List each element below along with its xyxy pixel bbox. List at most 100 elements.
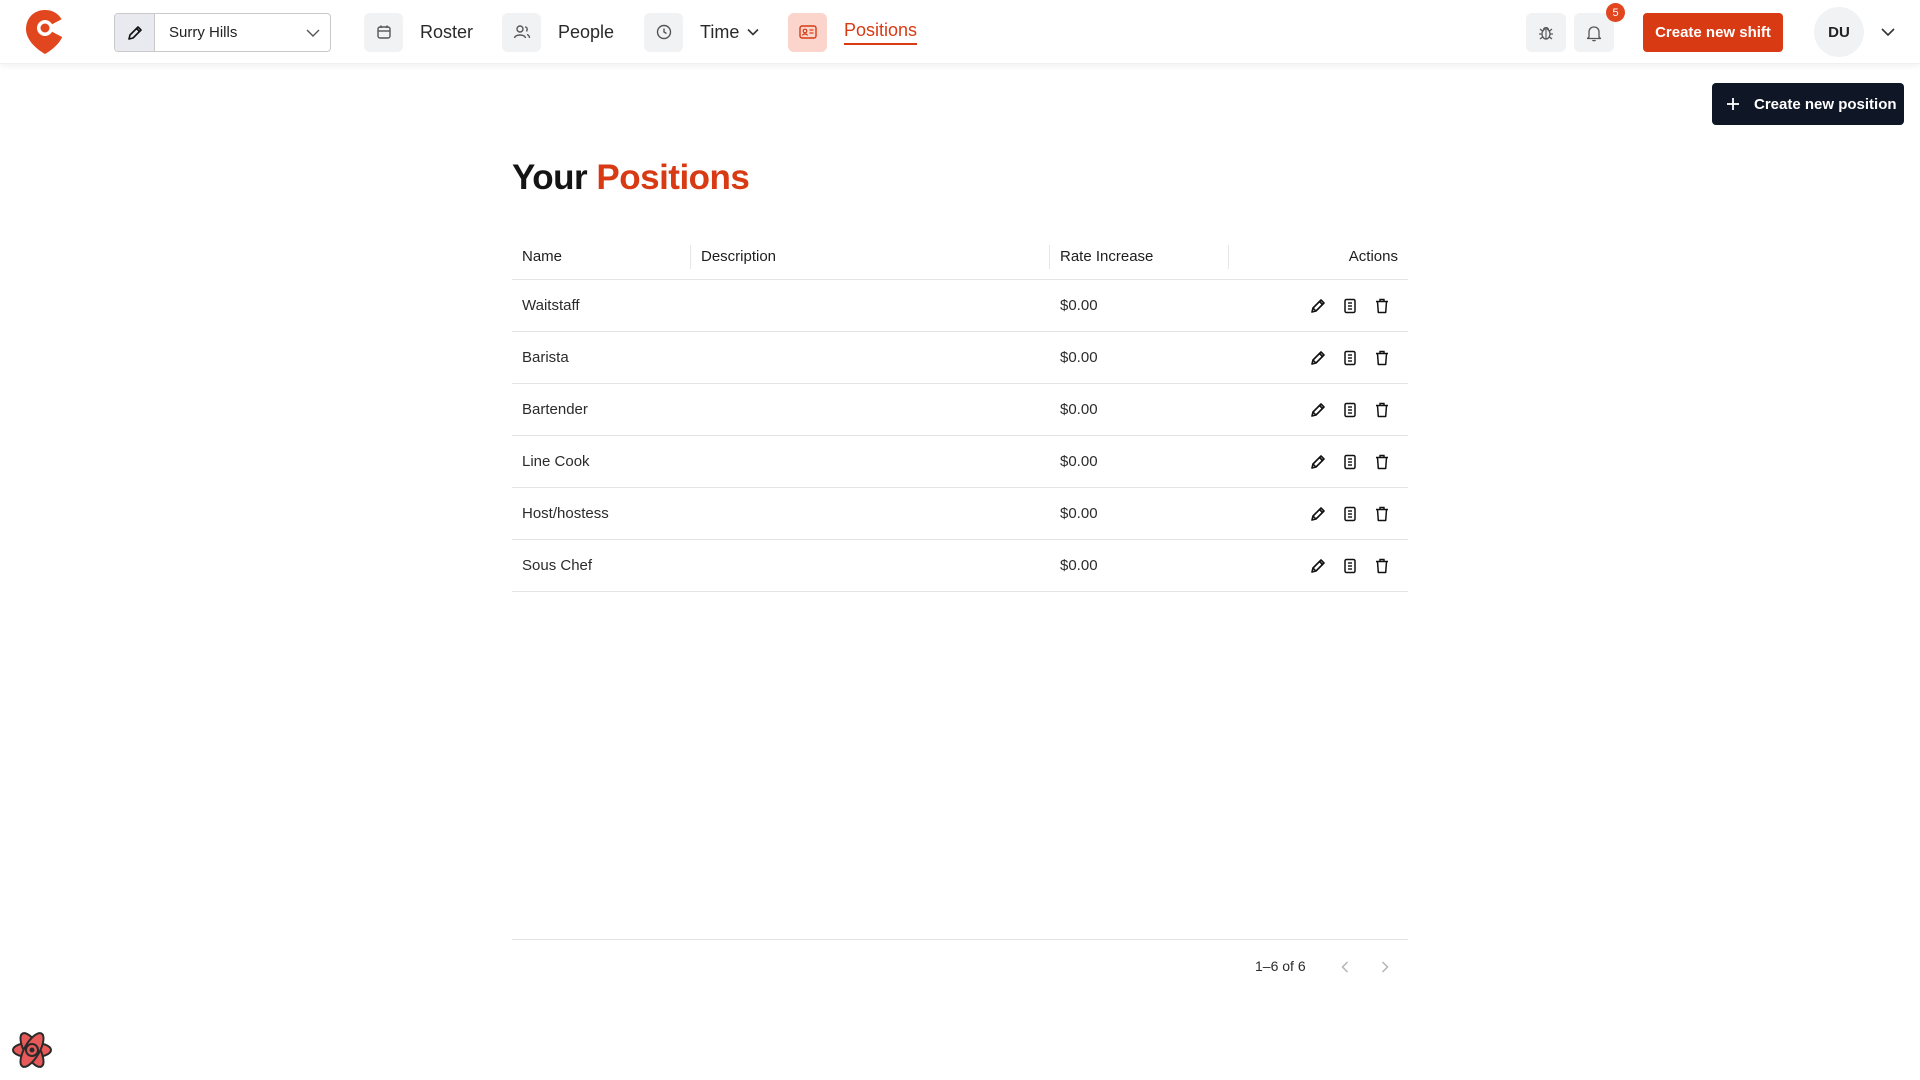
delete-position-button[interactable]	[1366, 446, 1398, 478]
nav-time[interactable]: Time	[644, 12, 759, 52]
position-name: Barista	[522, 349, 569, 366]
chevron-left-icon	[1341, 961, 1349, 973]
people-icon	[502, 12, 541, 52]
column-header-name[interactable]: Name	[512, 244, 691, 269]
view-position-details-button[interactable]	[1334, 498, 1366, 530]
pencil-icon	[1310, 558, 1326, 574]
position-rate-increase: $0.00	[1060, 505, 1098, 522]
row-actions	[1229, 498, 1408, 530]
plus-icon	[1726, 97, 1740, 111]
position-name: Host/hostess	[522, 505, 609, 522]
position-rate-increase: $0.00	[1060, 297, 1098, 314]
chevron-down-icon	[296, 29, 330, 37]
nav-people-label: People	[558, 21, 615, 42]
nav-roster-label: Roster	[420, 21, 474, 42]
next-page-button[interactable]	[1371, 953, 1399, 981]
create-new-position-label: Create new position	[1754, 95, 1897, 113]
pagination-range: 1–6 of 6	[1255, 958, 1306, 974]
page-title-accent: Positions	[596, 158, 750, 197]
trash-icon	[1375, 454, 1389, 470]
edit-position-button[interactable]	[1302, 342, 1334, 374]
nav-positions-label: Positions	[844, 20, 918, 45]
row-actions	[1229, 550, 1408, 582]
nav-roster[interactable]: Roster	[364, 12, 474, 52]
create-new-shift-button[interactable]: Create new shift	[1643, 13, 1783, 52]
avatar[interactable]: DU	[1814, 7, 1864, 57]
location-select[interactable]: Surry Hills	[114, 13, 331, 52]
table-row[interactable]: Line Cook $0.00	[512, 436, 1408, 488]
table-row[interactable]: Waitstaff $0.00	[512, 280, 1408, 332]
view-position-details-button[interactable]	[1334, 550, 1366, 582]
row-actions	[1229, 446, 1408, 478]
position-name: Waitstaff	[522, 297, 580, 314]
document-icon	[1343, 558, 1357, 574]
top-bar: Surry Hills Roster People Time Positions	[0, 0, 1920, 64]
table-header: Name Description Rate Increase Actions	[512, 234, 1408, 280]
table-row[interactable]: Host/hostess $0.00	[512, 488, 1408, 540]
pencil-icon	[1310, 506, 1326, 522]
table-row[interactable]: Bartender $0.00	[512, 384, 1408, 436]
position-rate-increase: $0.00	[1060, 349, 1098, 366]
page-title: Your Positions	[512, 158, 750, 198]
pencil-icon	[1310, 454, 1326, 470]
position-name: Line Cook	[522, 453, 590, 470]
chevron-right-icon	[1381, 961, 1389, 973]
row-actions	[1229, 342, 1408, 374]
row-actions	[1229, 394, 1408, 426]
position-rate-increase: $0.00	[1060, 401, 1098, 418]
app-logo[interactable]	[24, 8, 66, 56]
calendar-icon	[364, 12, 403, 52]
view-position-details-button[interactable]	[1334, 394, 1366, 426]
column-header-rate-increase[interactable]: Rate Increase	[1050, 244, 1229, 269]
document-icon	[1343, 506, 1357, 522]
view-position-details-button[interactable]	[1334, 342, 1366, 374]
nav-positions[interactable]: Positions	[788, 12, 918, 52]
table-footer-divider	[512, 939, 1408, 940]
row-actions	[1229, 290, 1408, 322]
pencil-icon	[1310, 350, 1326, 366]
position-name: Bartender	[522, 401, 588, 418]
previous-page-button[interactable]	[1331, 953, 1359, 981]
view-position-details-button[interactable]	[1334, 446, 1366, 478]
trash-icon	[1375, 506, 1389, 522]
nav-people[interactable]: People	[502, 12, 615, 52]
positions-table: Name Description Rate Increase Actions W…	[512, 234, 1408, 592]
edit-position-button[interactable]	[1302, 498, 1334, 530]
chevron-down-icon[interactable]	[1878, 22, 1898, 42]
table-row[interactable]: Barista $0.00	[512, 332, 1408, 384]
trash-icon	[1375, 298, 1389, 314]
delete-position-button[interactable]	[1366, 550, 1398, 582]
chevron-down-icon	[747, 28, 759, 36]
document-icon	[1343, 454, 1357, 470]
edit-position-button[interactable]	[1302, 550, 1334, 582]
clock-icon	[644, 12, 683, 52]
column-header-description[interactable]: Description	[691, 244, 1050, 269]
table-row[interactable]: Sous Chef $0.00	[512, 540, 1408, 592]
page-title-prefix: Your	[512, 158, 588, 197]
pencil-icon	[1310, 402, 1326, 418]
position-name: Sous Chef	[522, 557, 593, 574]
react-devtools-icon[interactable]	[10, 1028, 54, 1072]
document-icon	[1343, 350, 1357, 366]
delete-position-button[interactable]	[1366, 394, 1398, 426]
edit-position-button[interactable]	[1302, 446, 1334, 478]
create-new-position-button[interactable]: Create new position	[1712, 83, 1904, 125]
document-icon	[1343, 402, 1357, 418]
column-header-actions: Actions	[1348, 248, 1398, 265]
bug-report-button[interactable]	[1526, 13, 1566, 52]
bell-icon	[1586, 24, 1602, 42]
edit-position-button[interactable]	[1302, 394, 1334, 426]
id-card-icon	[788, 12, 827, 52]
delete-position-button[interactable]	[1366, 342, 1398, 374]
bug-icon	[1537, 24, 1555, 42]
trash-icon	[1375, 558, 1389, 574]
edit-position-button[interactable]	[1302, 290, 1334, 322]
delete-position-button[interactable]	[1366, 498, 1398, 530]
position-rate-increase: $0.00	[1060, 557, 1098, 574]
view-position-details-button[interactable]	[1334, 290, 1366, 322]
trash-icon	[1375, 350, 1389, 366]
notification-badge: 5	[1606, 3, 1625, 22]
pencil-icon[interactable]	[115, 14, 155, 51]
delete-position-button[interactable]	[1366, 290, 1398, 322]
table-body: Waitstaff $0.00 Barista $0.00 Bartender $0.00…	[512, 280, 1408, 592]
